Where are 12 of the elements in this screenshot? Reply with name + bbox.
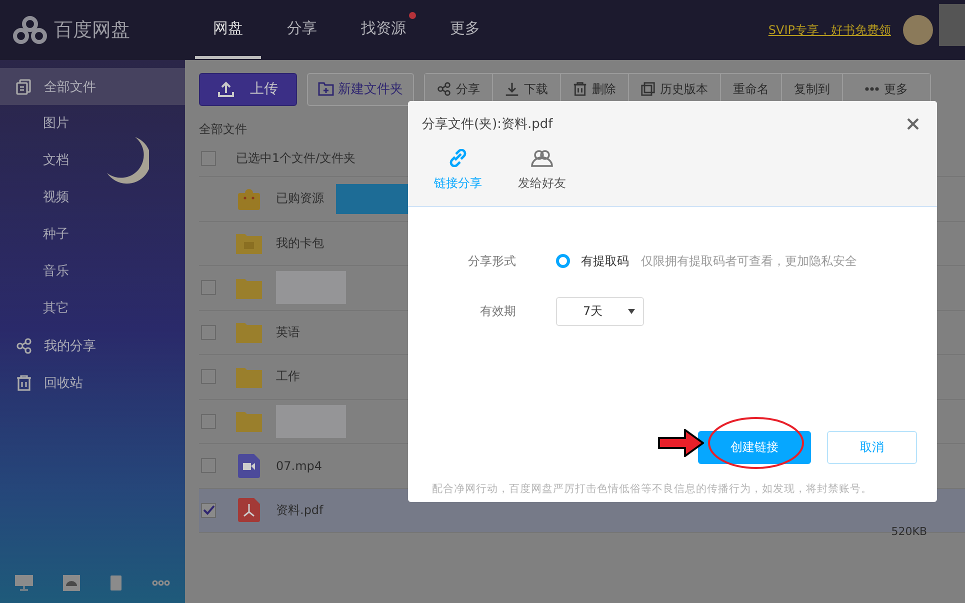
file-name: 已购资源 <box>276 190 324 208</box>
app-logo-text: 百度网盘 <box>54 18 130 43</box>
field-label: 分享形式 <box>467 252 517 270</box>
option-hint: 仅限拥有提取码者可查看，更加隐私安全 <box>641 252 857 270</box>
selection-count: 已选中1个文件/文件夹 <box>236 150 356 166</box>
file-name: 我的卡包 <box>276 234 324 252</box>
file-name: 资料.pdf <box>276 502 324 519</box>
file-name: 07.mp4 <box>276 458 322 473</box>
file-name: 英语 <box>276 324 300 341</box>
field-label: 有效期 <box>479 302 517 320</box>
dialog-title: 分享文件(夹):资料.pdf <box>422 116 553 133</box>
file-name: 工作 <box>276 368 300 386</box>
